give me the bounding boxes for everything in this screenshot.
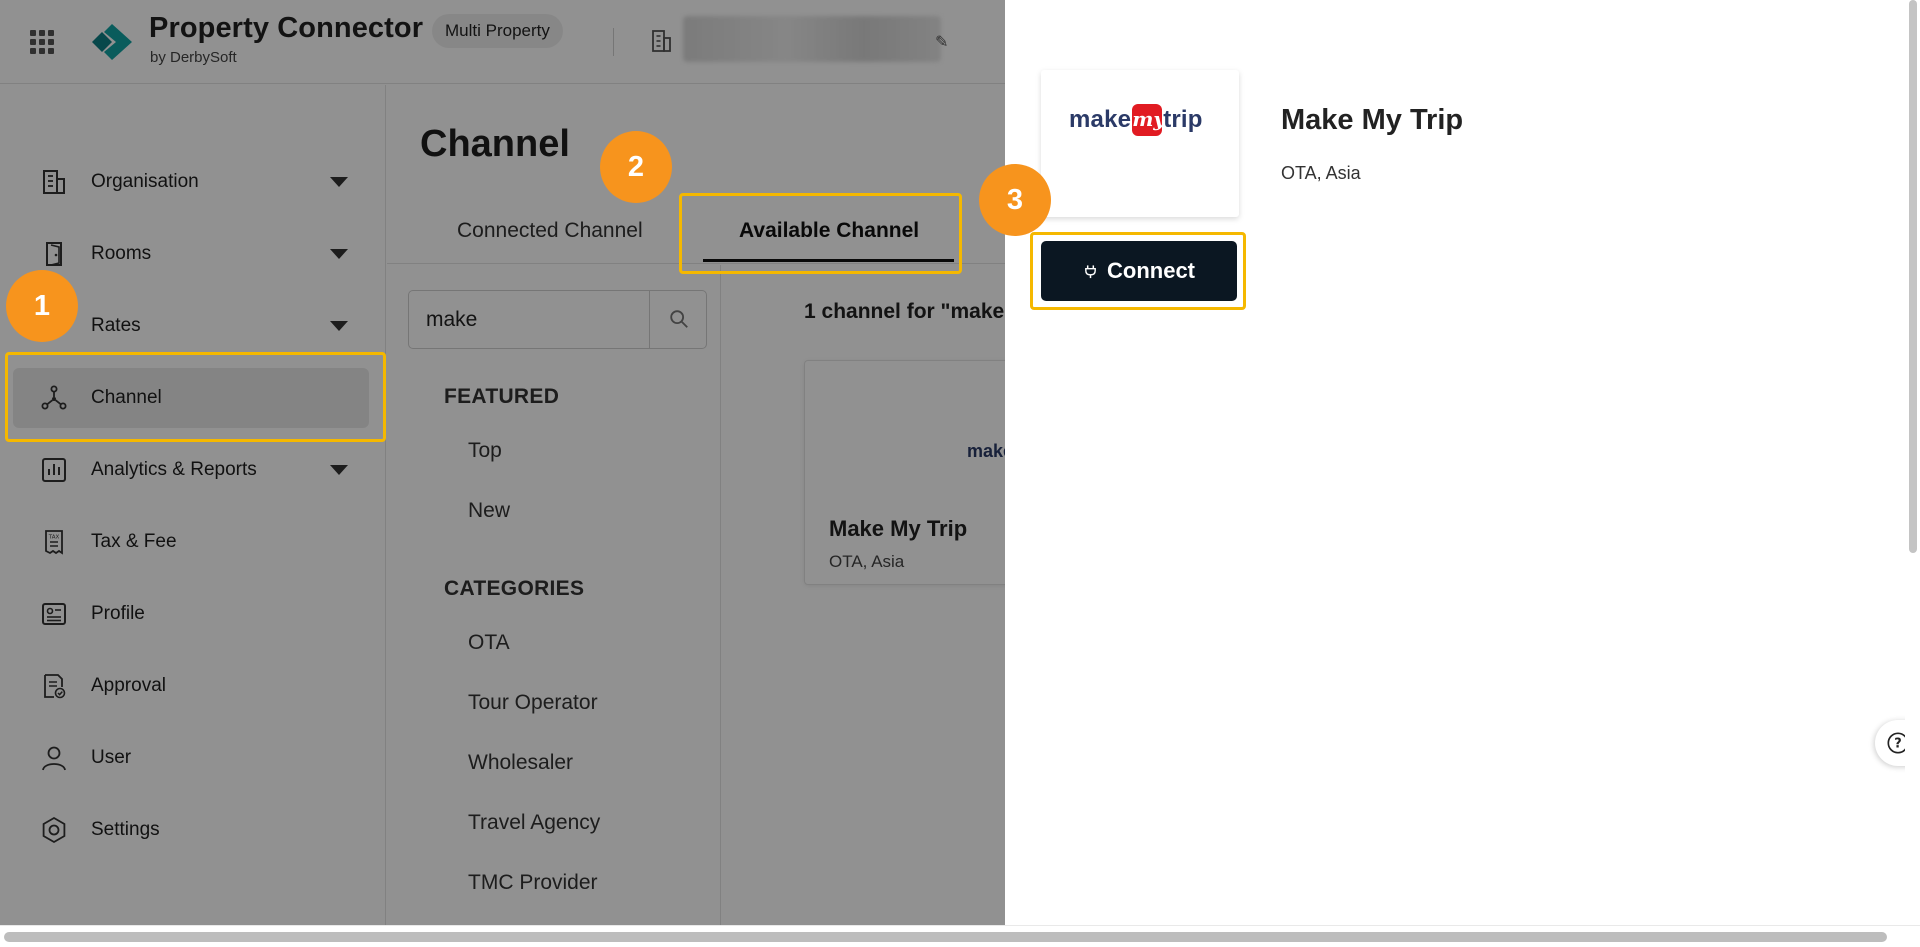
step-badge-2: 2 [600,131,672,203]
channel-logo-card: make my trip [1041,70,1239,217]
channel-detail-drawer: make my trip Make My Trip OTA, Asia Conn… [1005,0,1920,925]
logo-text-my: my [1132,104,1165,136]
svg-text:?: ? [1894,737,1902,752]
logo-text-make: make [1069,106,1132,133]
connect-button-label: Connect [1107,258,1195,283]
makemytrip-logo: make my trip [1069,104,1203,136]
logo-text-trip: trip [1163,106,1203,133]
step-badge-3: 3 [979,164,1051,236]
modal-backdrop[interactable] [0,0,1005,947]
horizontal-scrollbar[interactable] [0,925,1920,947]
step-badge-1: 1 [6,270,78,342]
drawer-channel-name: Make My Trip [1281,104,1464,136]
drawer-channel-meta: OTA, Asia [1281,163,1361,183]
vertical-scrollbar-thumb[interactable] [1909,0,1917,553]
vertical-scrollbar[interactable] [1905,0,1920,925]
connect-button[interactable]: Connect [1041,241,1237,301]
plug-icon [1085,264,1096,278]
horizontal-scrollbar-thumb[interactable] [4,932,1887,942]
